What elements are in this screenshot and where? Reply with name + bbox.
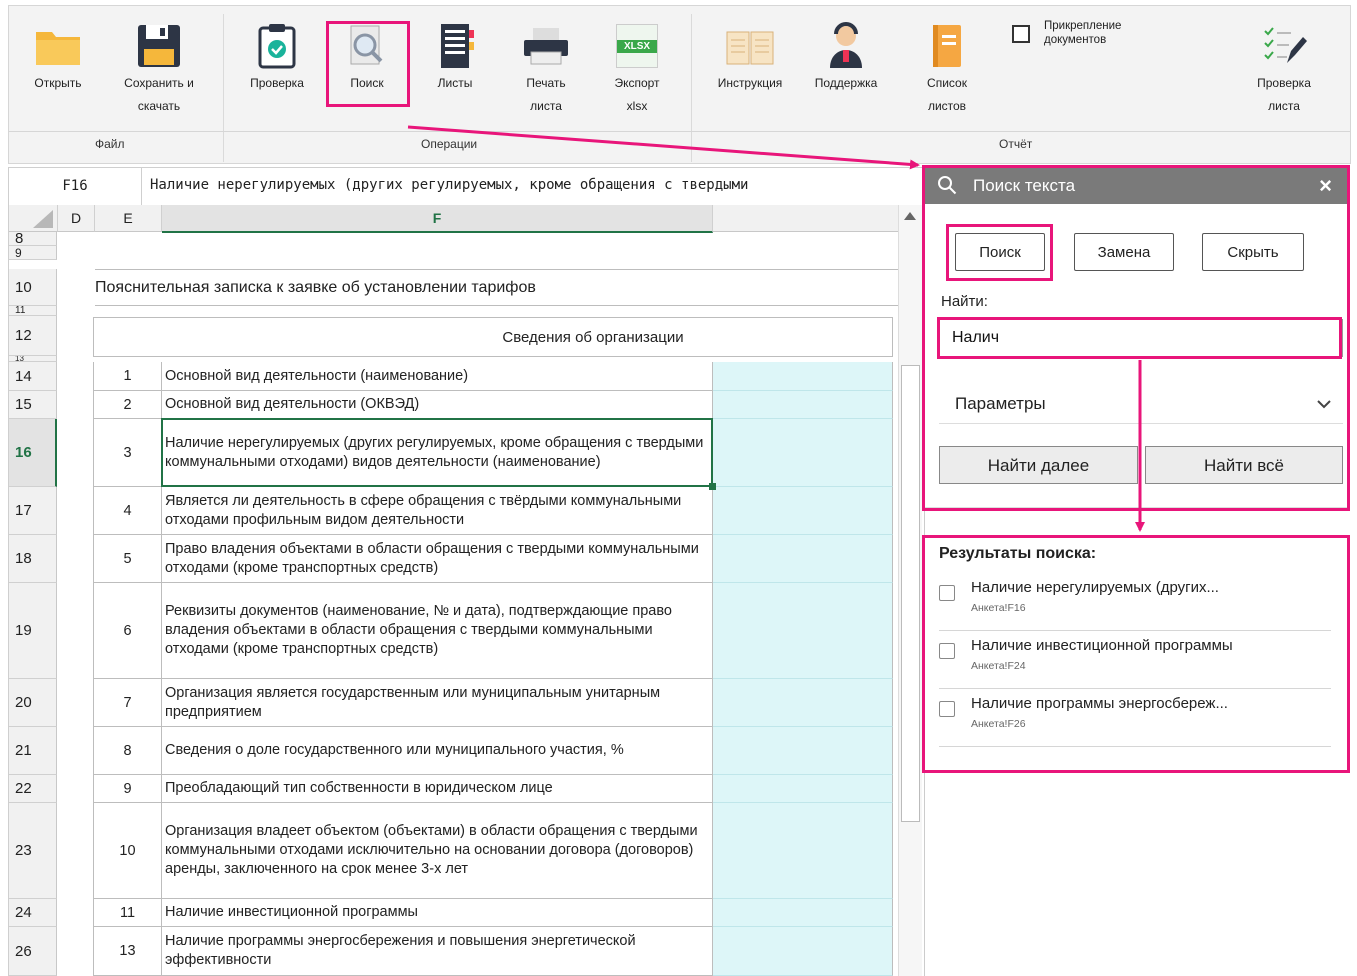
- annotation-arrows: [407, 125, 1145, 532]
- arrow-to-panel: [407, 125, 920, 170]
